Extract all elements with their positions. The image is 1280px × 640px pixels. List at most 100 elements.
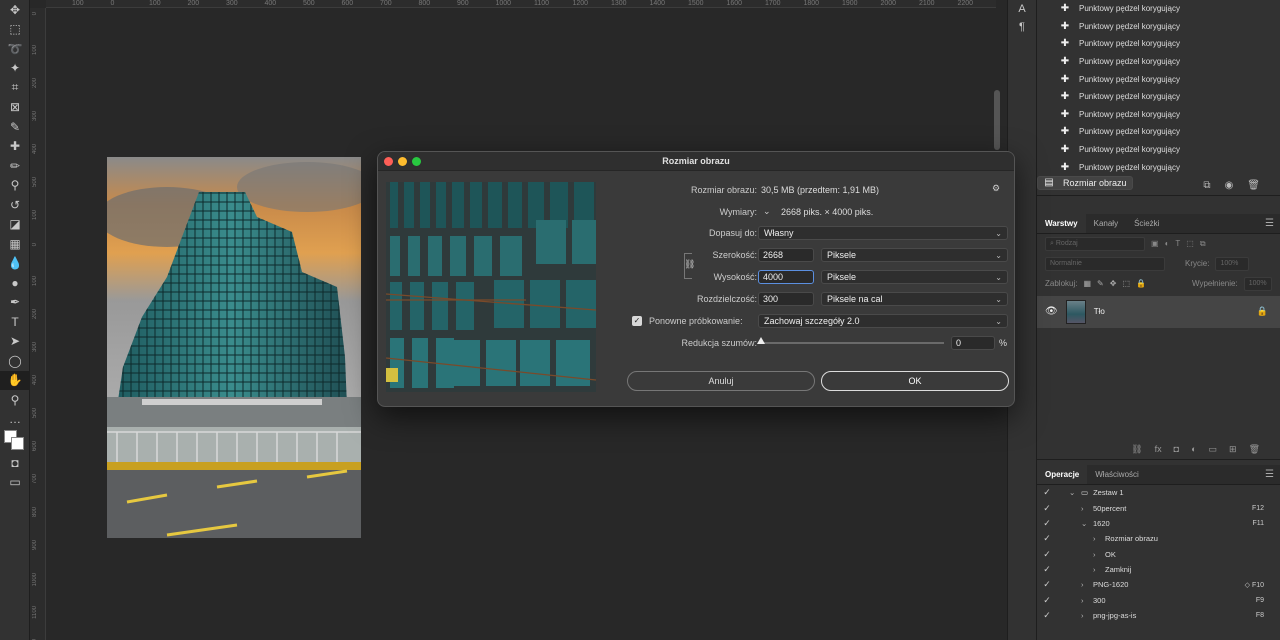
- chevron-right-icon[interactable]: ›: [1081, 611, 1093, 620]
- eyedropper-tool-icon[interactable]: ✎: [0, 117, 30, 137]
- lock-transparent-icon[interactable]: ▦: [1083, 279, 1091, 288]
- healing-brush-tool-icon[interactable]: ✚: [0, 137, 30, 157]
- eraser-tool-icon[interactable]: ◪: [0, 215, 30, 235]
- paragraph-panel-icon[interactable]: ¶: [1008, 18, 1036, 36]
- fit-to-select[interactable]: Własny ⌄: [758, 226, 1008, 240]
- type-tool-icon[interactable]: T: [0, 312, 30, 332]
- screen-mode-icon[interactable]: ▭: [0, 473, 30, 493]
- history-item[interactable]: ▤ Rozmiar obrazu: [1037, 175, 1133, 190]
- noise-slider-track[interactable]: [761, 342, 944, 344]
- chevron-right-icon[interactable]: ›: [1093, 565, 1105, 574]
- action-enabled-check-icon[interactable]: ✓: [1037, 487, 1057, 498]
- tab-operacje[interactable]: Operacje: [1037, 464, 1088, 485]
- chevron-right-icon[interactable]: ›: [1081, 596, 1093, 605]
- history-item[interactable]: ✚ Punktowy pędzel korygujący: [1037, 70, 1280, 88]
- constrain-link-icon[interactable]: ⛓: [684, 259, 695, 270]
- layer-name[interactable]: Tło: [1094, 307, 1105, 316]
- history-item[interactable]: ✚ Punktowy pędzel korygujący: [1037, 18, 1280, 36]
- action-item[interactable]: ✓ ⌄ ▭ Zestaw 1: [1037, 485, 1280, 500]
- history-item[interactable]: ✚ Punktowy pędzel korygujący: [1037, 35, 1280, 53]
- opacity-field[interactable]: 100%: [1215, 256, 1250, 271]
- history-item[interactable]: ✚ Punktowy pędzel korygujący: [1037, 0, 1280, 18]
- action-enabled-check-icon[interactable]: ✓: [1037, 610, 1057, 621]
- action-item[interactable]: ✓ › png-jpg-as-is F8: [1037, 608, 1280, 623]
- more-tools-icon[interactable]: …: [0, 410, 30, 430]
- lasso-tool-icon[interactable]: ➰: [0, 39, 30, 59]
- path-selection-tool-icon[interactable]: ➤: [0, 332, 30, 352]
- stamp-tool-icon[interactable]: ⚲: [0, 176, 30, 196]
- history-item[interactable]: ✚ Punktowy pędzel korygujący: [1037, 88, 1280, 106]
- new-layer-icon[interactable]: ⊞: [1229, 444, 1237, 455]
- filter-type-icon[interactable]: T: [1175, 239, 1180, 248]
- lock-all-icon[interactable]: 🔒: [1136, 279, 1146, 288]
- document-image[interactable]: [107, 157, 361, 538]
- fill-field[interactable]: 100%: [1243, 276, 1272, 291]
- history-item[interactable]: ✚ Punktowy pędzel korygujący: [1037, 123, 1280, 141]
- filter-pixel-icon[interactable]: ▣: [1151, 239, 1159, 248]
- tab-warstwy[interactable]: Warstwy: [1037, 213, 1086, 234]
- panel-menu-icon[interactable]: ☰: [1265, 218, 1274, 229]
- layer-row[interactable]: 👁 Tło 🔒: [1037, 295, 1280, 328]
- dodge-tool-icon[interactable]: ●: [0, 273, 30, 293]
- close-window-button[interactable]: [384, 157, 393, 166]
- zoom-window-button[interactable]: [412, 157, 421, 166]
- brush-tool-icon[interactable]: ✏: [0, 156, 30, 176]
- swap-colors-icon[interactable]: [0, 429, 30, 453]
- layer-filter-select[interactable]: ⌕ Rodzaj: [1045, 236, 1145, 251]
- blend-mode-select[interactable]: Normalnie: [1045, 256, 1165, 271]
- resample-checkbox[interactable]: ✓: [632, 316, 642, 326]
- history-item[interactable]: ✚ Punktowy pędzel korygujący: [1037, 141, 1280, 159]
- magic-wand-tool-icon[interactable]: ✦: [0, 59, 30, 79]
- history-brush-tool-icon[interactable]: ↺: [0, 195, 30, 215]
- ellipse-tool-icon[interactable]: ◯: [0, 351, 30, 371]
- blur-tool-icon[interactable]: 💧: [0, 254, 30, 274]
- chevron-right-icon[interactable]: ›: [1093, 534, 1105, 543]
- history-item[interactable]: ✚ Punktowy pędzel korygujący: [1037, 53, 1280, 71]
- lock-image-icon[interactable]: ✎: [1097, 279, 1104, 288]
- background-color-swatch[interactable]: [11, 437, 24, 450]
- action-enabled-check-icon[interactable]: ✓: [1037, 518, 1057, 529]
- resolution-unit-select[interactable]: Piksele na cal ⌄: [821, 292, 1008, 306]
- link-layers-icon[interactable]: ⛓: [1131, 444, 1142, 455]
- width-unit-select[interactable]: Piksele ⌄: [821, 248, 1008, 262]
- action-enabled-check-icon[interactable]: ✓: [1037, 595, 1057, 606]
- height-unit-select[interactable]: Piksele ⌄: [821, 270, 1008, 284]
- marquee-tool-icon[interactable]: ⬚: [0, 20, 30, 40]
- dimensions-chevron-down-icon[interactable]: ⌄: [763, 206, 771, 217]
- move-tool-icon[interactable]: ✥: [0, 0, 30, 20]
- history-item[interactable]: ✚ Punktowy pędzel korygujący: [1037, 106, 1280, 124]
- canvas-scrollbar[interactable]: [994, 90, 1000, 150]
- chevron-down-icon[interactable]: ⌄: [1081, 519, 1093, 528]
- chevron-down-icon[interactable]: ⌄: [1069, 488, 1081, 497]
- resample-select[interactable]: Zachowaj szczegóły 2.0 ⌄: [758, 314, 1008, 328]
- noise-reduction-input[interactable]: 0: [951, 336, 995, 350]
- action-item[interactable]: ✓ › OK: [1037, 547, 1280, 562]
- height-input[interactable]: 4000: [758, 270, 814, 284]
- action-enabled-check-icon[interactable]: ✓: [1037, 564, 1057, 575]
- fx-icon[interactable]: fx: [1155, 444, 1162, 454]
- crop-tool-icon[interactable]: ⌗: [0, 78, 30, 98]
- tab-wlasciwosci[interactable]: Właściwości: [1087, 464, 1147, 484]
- action-item[interactable]: ✓ › 50percent F12: [1037, 500, 1280, 515]
- chevron-right-icon[interactable]: ›: [1093, 550, 1105, 559]
- gear-icon[interactable]: ⚙: [992, 183, 1000, 194]
- image-preview[interactable]: [386, 182, 596, 392]
- trash-icon[interactable]: 🗑: [1247, 180, 1260, 191]
- lock-artboard-icon[interactable]: ⬚: [1122, 279, 1130, 288]
- snapshot-camera-icon[interactable]: ◉: [1225, 180, 1234, 191]
- pen-tool-icon[interactable]: ✒: [0, 293, 30, 313]
- new-document-from-state-icon[interactable]: ⧉: [1203, 180, 1210, 191]
- width-input[interactable]: 2668: [758, 248, 814, 262]
- actions-menu-icon[interactable]: ☰: [1265, 469, 1274, 480]
- tab-sciezki[interactable]: Ścieżki: [1126, 213, 1167, 233]
- visibility-eye-icon[interactable]: 👁: [1045, 306, 1058, 317]
- action-enabled-check-icon[interactable]: ✓: [1037, 533, 1057, 544]
- character-panel-icon[interactable]: A: [1008, 0, 1036, 18]
- zoom-tool-icon[interactable]: ⚲: [0, 390, 30, 410]
- filter-adjustment-icon[interactable]: ◐: [1165, 239, 1170, 248]
- quick-mask-icon[interactable]: ◘: [0, 453, 30, 473]
- action-item[interactable]: ✓ › 300 F9: [1037, 593, 1280, 608]
- action-item[interactable]: ✓ › Zamknij: [1037, 562, 1280, 577]
- filter-smart-icon[interactable]: ⧉: [1200, 239, 1206, 249]
- action-enabled-check-icon[interactable]: ✓: [1037, 579, 1057, 590]
